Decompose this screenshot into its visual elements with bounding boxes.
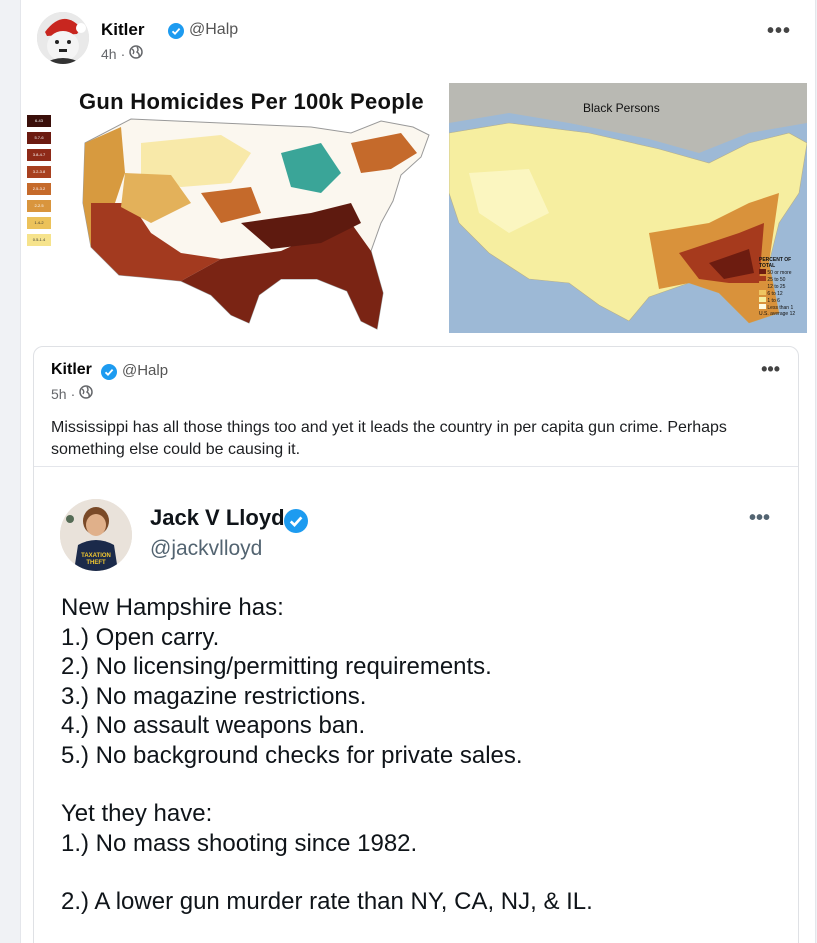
legend-note: U.S. average 12	[759, 311, 796, 317]
body-line: 1.) No mass shooting since 1982.	[61, 829, 418, 857]
verified-icon	[101, 363, 117, 381]
legend-swatch: 3.2-3.8	[27, 166, 51, 178]
body-line: 5.) No background checks for private sal…	[61, 741, 523, 769]
body-line: 2.) A lower gun murder rate than NY, CA,…	[61, 888, 593, 915]
legend-swatch: 3.8-4.7	[27, 149, 51, 161]
post-header: Kitler @Halp 4h · •••	[37, 12, 797, 66]
body-line: 1.) Open carry.	[61, 623, 220, 651]
meta-separator: ·	[70, 385, 76, 402]
quoted-meta: 5h ·	[51, 385, 93, 402]
quoted-more-button[interactable]: •••	[761, 359, 780, 380]
author-handle[interactable]: @Halp	[189, 21, 238, 39]
embed-author-name: Jack V Lloyd	[150, 505, 285, 530]
author-name[interactable]: Kitler	[101, 20, 144, 40]
legend-item: 50 or more	[759, 269, 805, 276]
body-line: 4.) No assault weapons ban.	[61, 712, 366, 739]
map-title: Gun Homicides Per 100k People	[79, 89, 424, 114]
embedded-tweet-image[interactable]: TAXATION THEFT Jack V Lloyd @jackvlloyd …	[34, 467, 798, 943]
post-more-button[interactable]: •••	[767, 20, 791, 43]
legend-title: PERCENT OF TOTAL	[759, 257, 792, 269]
embed-author-handle: @jackvlloyd	[150, 537, 263, 560]
legend-swatch: 2-2.5	[27, 200, 51, 212]
body-line: 3.) No magazine restrictions.	[61, 682, 367, 710]
author-avatar[interactable]	[37, 12, 89, 64]
post-meta: 4h ·	[101, 45, 143, 62]
body-line: 2.) No licensing/permitting requirements…	[61, 653, 492, 680]
body-line: Yet they have:	[61, 800, 213, 827]
legend-item: 25 to 50	[759, 276, 805, 283]
percent-legend: PERCENT OF TOTAL 50 or more 25 to 50 12 …	[759, 257, 805, 317]
black-persons-map-image[interactable]: Black Persons PERCENT OF TOTAL 50 or mor…	[449, 83, 807, 333]
homicide-legend: 6-43 5.7-6 3.8-4.7 3.2-3.8 2.5-3.2 2-2.5…	[27, 115, 51, 251]
map-label: Black Persons	[583, 101, 660, 115]
embed-avatar: TAXATION THEFT	[60, 499, 132, 571]
legend-item: 1 to 6	[759, 297, 805, 304]
legend-swatch: 0.5-1.4	[27, 234, 51, 246]
verified-icon	[284, 509, 308, 538]
legend-swatch: 6-43	[27, 115, 51, 127]
legend-swatch: 1.4-2	[27, 217, 51, 229]
globe-icon	[129, 45, 143, 62]
quoted-text: Mississippi has all those things too and…	[51, 419, 727, 458]
body-line: New Hampshire has:	[61, 594, 284, 621]
quoted-author-name[interactable]: Kitler	[51, 361, 92, 379]
post-card: Kitler @Halp 4h · ••• 6-43 5.7-6 3.8-4.7…	[20, 0, 816, 943]
quoted-post[interactable]: Kitler @Halp 5h · ••• Mississippi has al…	[33, 346, 799, 943]
legend-item: Less than 1	[759, 304, 805, 311]
legend-swatch: 5.7-6	[27, 132, 51, 144]
gun-homicide-map-image[interactable]: 6-43 5.7-6 3.8-4.7 3.2-3.8 2.5-3.2 2-2.5…	[21, 83, 432, 333]
verified-icon	[168, 22, 184, 40]
svg-text:TAXATION: TAXATION	[81, 553, 111, 559]
legend-item: 6 to 12	[759, 290, 805, 297]
embed-more-icon: •••	[748, 507, 770, 529]
embed-body: New Hampshire has: 1.) Open carry. 2.) N…	[61, 593, 781, 917]
quoted-author-handle[interactable]: @Halp	[122, 362, 168, 379]
svg-text:THEFT: THEFT	[86, 560, 106, 566]
legend-swatch: 2.5-3.2	[27, 183, 51, 195]
quoted-time[interactable]: 5h	[51, 386, 67, 402]
legend-item: 12 to 25	[759, 283, 805, 290]
post-time[interactable]: 4h	[101, 46, 117, 62]
meta-separator: ·	[120, 45, 126, 62]
globe-icon	[79, 385, 93, 402]
